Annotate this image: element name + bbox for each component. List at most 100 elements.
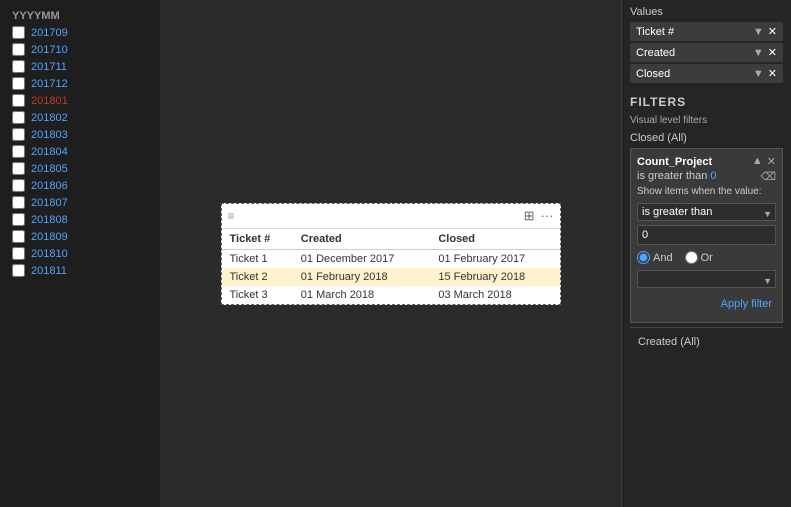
filter-highlight-value: 0 (710, 170, 716, 182)
filter-description: Show items when the value: (637, 186, 776, 197)
table-container: ≡ ⊞ ··· Ticket #CreatedClosed Ticket 101… (221, 203, 561, 305)
filter-value-input[interactable] (637, 225, 776, 245)
list-item-label: 201811 (31, 265, 67, 277)
list-item[interactable]: 201709 (4, 24, 156, 41)
values-section: Values Ticket #▼✕Created▼✕Closed▼✕ (622, 0, 791, 89)
list-item-checkbox[interactable] (12, 196, 25, 209)
data-table: Ticket #CreatedClosed Ticket 101 Decembe… (222, 229, 560, 304)
filter-subtitle: is greater than 0 ⌫ (637, 170, 776, 182)
list-item[interactable]: 201712 (4, 75, 156, 92)
filter-select-wrapper: is greater thanis less thanis equal tois… (637, 203, 776, 225)
list-item[interactable]: 201809 (4, 228, 156, 245)
list-item-label: 201711 (31, 61, 67, 73)
filter-card-header: Count_Project ▲ ✕ (637, 155, 776, 168)
list-item-label: 201803 (31, 129, 68, 141)
table-cell-created: 01 March 2018 (293, 286, 431, 304)
filter-radio-row: And Or (637, 251, 776, 264)
list-item-checkbox[interactable] (12, 43, 25, 56)
list-item-label: 201809 (31, 231, 68, 243)
list-item-checkbox[interactable] (12, 162, 25, 175)
year-label: YYYYMM (4, 8, 156, 24)
right-panel: Values Ticket #▼✕Created▼✕Closed▼✕ FILTE… (621, 0, 791, 507)
list-item-checkbox[interactable] (12, 128, 25, 141)
apply-filter-row: Apply filter (637, 292, 776, 316)
filter-and-label[interactable]: And (637, 251, 673, 264)
list-item[interactable]: 201804 (4, 143, 156, 160)
table-row: Ticket 301 March 201803 March 2018 (222, 286, 560, 304)
apply-filter-button[interactable]: Apply filter (717, 296, 776, 312)
list-item-checkbox[interactable] (12, 230, 25, 243)
values-label: Values (630, 6, 783, 18)
value-row-label: Closed (636, 68, 670, 80)
list-item[interactable]: 201805 (4, 160, 156, 177)
table-header: Ticket # (222, 229, 293, 250)
list-item[interactable]: 201806 (4, 177, 156, 194)
list-item-checkbox[interactable] (12, 94, 25, 107)
value-chevron-icon[interactable]: ▼ (753, 47, 764, 59)
list-item-checkbox[interactable] (12, 264, 25, 277)
list-item-checkbox[interactable] (12, 145, 25, 158)
table-cell-closed: 01 February 2017 (430, 249, 559, 268)
list-item[interactable]: 201807 (4, 194, 156, 211)
filter-or-text: Or (701, 252, 713, 264)
filter-or-label[interactable]: Or (685, 251, 713, 264)
expand-icon[interactable]: ⊞ (524, 208, 535, 224)
filter-and-text: And (653, 252, 673, 264)
list-item-checkbox[interactable] (12, 111, 25, 124)
value-close-icon[interactable]: ✕ (768, 67, 777, 80)
list-item-checkbox[interactable] (12, 247, 25, 260)
filter-or-radio[interactable] (685, 251, 698, 264)
list-item-label: 201807 (31, 197, 68, 209)
list-item[interactable]: 201811 (4, 262, 156, 279)
filters-title: FILTERS (630, 95, 783, 109)
table-toolbar: ≡ ⊞ ··· (222, 204, 560, 229)
list-item-label: 201805 (31, 163, 68, 175)
filter-condition-select[interactable]: is greater thanis less thanis equal tois… (637, 203, 776, 221)
list-item[interactable]: 201803 (4, 126, 156, 143)
filter-close-icon[interactable]: ✕ (767, 155, 776, 168)
list-item[interactable]: 201801 (4, 92, 156, 109)
filter-card-actions: ▲ ✕ (752, 155, 776, 168)
toolbar-icons: ⊞ ··· (524, 208, 554, 224)
more-icon[interactable]: ··· (541, 208, 554, 224)
value-row: Closed ▼ ✕ (630, 64, 783, 83)
closed-all-header: Closed (All) (630, 132, 783, 144)
list-item-checkbox[interactable] (12, 77, 25, 90)
value-chevron-icon[interactable]: ▼ (753, 26, 764, 38)
list-item-label: 201802 (31, 112, 68, 124)
list-item-checkbox[interactable] (12, 60, 25, 73)
list-item-checkbox[interactable] (12, 213, 25, 226)
value-row-label: Created (636, 47, 675, 59)
filter-collapse-icon[interactable]: ▲ (752, 155, 763, 168)
value-close-icon[interactable]: ✕ (768, 46, 777, 59)
list-item[interactable]: 201711 (4, 58, 156, 75)
value-row: Ticket #▼✕ (630, 22, 783, 41)
value-chevron-icon[interactable]: ▼ (753, 68, 764, 80)
visual-level-label: Visual level filters (630, 115, 783, 126)
section-divider (630, 327, 783, 328)
filter-second-select-wrapper (637, 270, 776, 292)
filter-erase-icon[interactable]: ⌫ (760, 170, 776, 183)
filter-second-condition-select[interactable] (637, 270, 776, 288)
list-item-checkbox[interactable] (12, 26, 25, 39)
created-all-label: Created (All) (630, 332, 783, 352)
table-cell-ticket: Ticket 1 (222, 249, 293, 268)
value-row-label: Ticket # (636, 26, 674, 38)
list-item-label: 201710 (31, 44, 68, 56)
list-item[interactable]: 201710 (4, 41, 156, 58)
filter-card-title: Count_Project (637, 156, 712, 168)
filter-and-radio[interactable] (637, 251, 650, 264)
value-row-actions: ▼✕ (753, 25, 777, 38)
table-header: Created (293, 229, 431, 250)
value-close-icon[interactable]: ✕ (768, 25, 777, 38)
list-item-label: 201804 (31, 146, 68, 158)
list-item[interactable]: 201808 (4, 211, 156, 228)
list-item[interactable]: 201802 (4, 109, 156, 126)
list-item-checkbox[interactable] (12, 179, 25, 192)
table-cell-created: 01 December 2017 (293, 249, 431, 268)
toolbar-drag-handle: ≡ (228, 209, 235, 223)
filter-subtitle-text: is greater than (637, 170, 707, 182)
list-item-label: 201712 (31, 78, 68, 90)
table-cell-closed: 15 February 2018 (430, 268, 559, 286)
list-item[interactable]: 201810 (4, 245, 156, 262)
